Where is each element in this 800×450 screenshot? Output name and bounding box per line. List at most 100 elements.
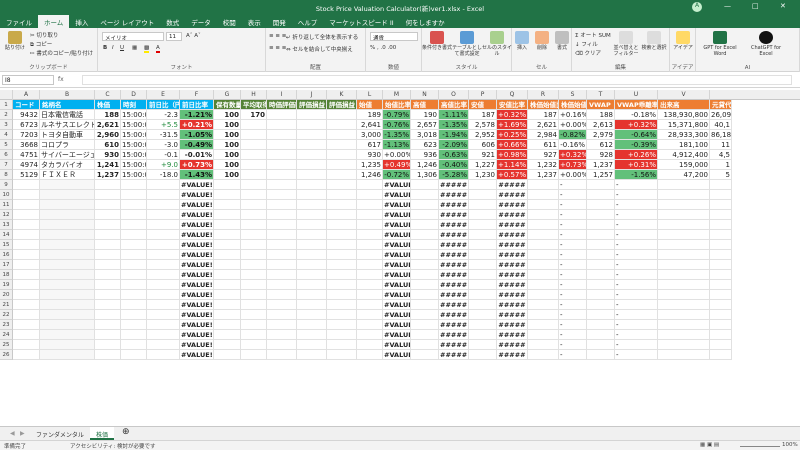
empty-cell[interactable] [147, 350, 180, 360]
empty-cell[interactable] [40, 190, 95, 200]
data-cell[interactable]: -0.01% [180, 150, 214, 160]
empty-cell[interactable] [411, 350, 439, 360]
data-cell[interactable]: -0.82% [559, 130, 587, 140]
row-header[interactable]: 15 [0, 240, 13, 250]
column-header-T[interactable]: T [587, 90, 615, 100]
empty-cell[interactable] [267, 270, 297, 280]
empty-cell[interactable] [40, 350, 95, 360]
empty-cell[interactable] [214, 340, 241, 350]
empty-cell[interactable] [121, 270, 147, 280]
row-header[interactable]: 3 [0, 120, 13, 130]
data-cell[interactable]: 1,237 [587, 160, 615, 170]
column-header-L[interactable]: L [357, 90, 383, 100]
data-cell[interactable]: 4751 [13, 150, 40, 160]
ribbon-tab-6[interactable]: 校閲 [217, 15, 242, 28]
data-cell[interactable]: -0.18% [615, 110, 658, 120]
empty-cell[interactable]: - [615, 270, 658, 280]
data-cell[interactable]: 15:00:0 [121, 110, 147, 120]
empty-cell[interactable]: ##### [497, 340, 528, 350]
data-cell[interactable]: +0.26% [615, 150, 658, 160]
empty-cell[interactable]: #VALUE! [180, 250, 214, 260]
empty-cell[interactable]: #VALUE! [383, 280, 411, 290]
empty-cell[interactable] [13, 310, 40, 320]
empty-cell[interactable] [214, 350, 241, 360]
data-cell[interactable] [267, 120, 297, 130]
empty-cell[interactable] [95, 200, 121, 210]
empty-cell[interactable] [40, 230, 95, 240]
empty-cell[interactable] [357, 260, 383, 270]
empty-cell[interactable]: ##### [497, 250, 528, 260]
empty-cell[interactable]: - [559, 190, 587, 200]
empty-cell[interactable]: ##### [439, 300, 469, 310]
empty-cell[interactable] [528, 260, 559, 270]
empty-cell[interactable]: - [559, 330, 587, 340]
empty-cell[interactable] [241, 350, 267, 360]
empty-cell[interactable]: - [615, 310, 658, 320]
empty-cell[interactable] [411, 300, 439, 310]
data-cell[interactable]: タカラバイオ [40, 160, 95, 170]
empty-cell[interactable] [147, 320, 180, 330]
empty-cell[interactable] [267, 230, 297, 240]
empty-cell[interactable] [297, 210, 327, 220]
empty-cell[interactable] [411, 340, 439, 350]
empty-cell[interactable] [241, 210, 267, 220]
row-header[interactable]: 17 [0, 260, 13, 270]
row-header[interactable]: 2 [0, 110, 13, 120]
data-cell[interactable] [267, 150, 297, 160]
empty-cell[interactable] [121, 350, 147, 360]
empty-cell[interactable] [13, 180, 40, 190]
row-header[interactable]: 1 [0, 100, 13, 110]
empty-cell[interactable]: ##### [439, 270, 469, 280]
empty-cell[interactable] [121, 190, 147, 200]
empty-cell[interactable] [411, 190, 439, 200]
empty-cell[interactable]: - [615, 340, 658, 350]
column-title[interactable]: VWAP [587, 100, 615, 110]
font-color-icon[interactable]: A [156, 45, 160, 53]
data-cell[interactable]: +0.16% [559, 110, 587, 120]
column-header-O[interactable]: O [439, 90, 469, 100]
empty-cell[interactable] [267, 260, 297, 270]
data-cell[interactable]: +1.14% [497, 160, 528, 170]
empty-cell[interactable] [587, 290, 615, 300]
empty-cell[interactable] [13, 240, 40, 250]
empty-cell[interactable] [587, 300, 615, 310]
empty-cell[interactable]: ##### [439, 310, 469, 320]
data-cell[interactable]: 5 [710, 170, 732, 180]
empty-cell[interactable]: #VALUE! [383, 240, 411, 250]
data-cell[interactable]: 188 [587, 110, 615, 120]
empty-cell[interactable] [214, 200, 241, 210]
empty-cell[interactable] [95, 350, 121, 360]
column-header-A[interactable]: A [13, 90, 40, 100]
clear-button[interactable]: ⌫ クリア [575, 49, 601, 57]
empty-cell[interactable] [267, 220, 297, 230]
empty-cell[interactable] [327, 240, 357, 250]
row-header[interactable]: 18 [0, 270, 13, 280]
data-cell[interactable]: 1,227 [469, 160, 497, 170]
row-header[interactable]: 12 [0, 210, 13, 220]
empty-cell[interactable] [297, 290, 327, 300]
empty-cell[interactable]: #VALUE! [180, 200, 214, 210]
data-cell[interactable]: -18.0 [147, 170, 180, 180]
empty-cell[interactable] [297, 300, 327, 310]
data-cell[interactable]: -1.11% [439, 110, 469, 120]
empty-cell[interactable] [147, 230, 180, 240]
data-cell[interactable]: 9432 [13, 110, 40, 120]
empty-cell[interactable] [327, 220, 357, 230]
empty-cell[interactable] [710, 180, 732, 190]
formula-input[interactable] [82, 75, 792, 85]
empty-cell[interactable] [658, 200, 710, 210]
data-cell[interactable]: 927 [528, 150, 559, 160]
empty-cell[interactable] [587, 240, 615, 250]
empty-cell[interactable] [121, 340, 147, 350]
empty-cell[interactable] [214, 240, 241, 250]
empty-cell[interactable] [297, 240, 327, 250]
empty-cell[interactable] [95, 340, 121, 350]
empty-cell[interactable] [587, 320, 615, 330]
empty-cell[interactable] [658, 330, 710, 340]
data-cell[interactable]: -1.43% [180, 170, 214, 180]
data-cell[interactable]: -1.05% [180, 130, 214, 140]
empty-cell[interactable] [121, 330, 147, 340]
column-title[interactable]: 安値比率 [497, 100, 528, 110]
empty-cell[interactable] [267, 210, 297, 220]
empty-cell[interactable] [357, 240, 383, 250]
